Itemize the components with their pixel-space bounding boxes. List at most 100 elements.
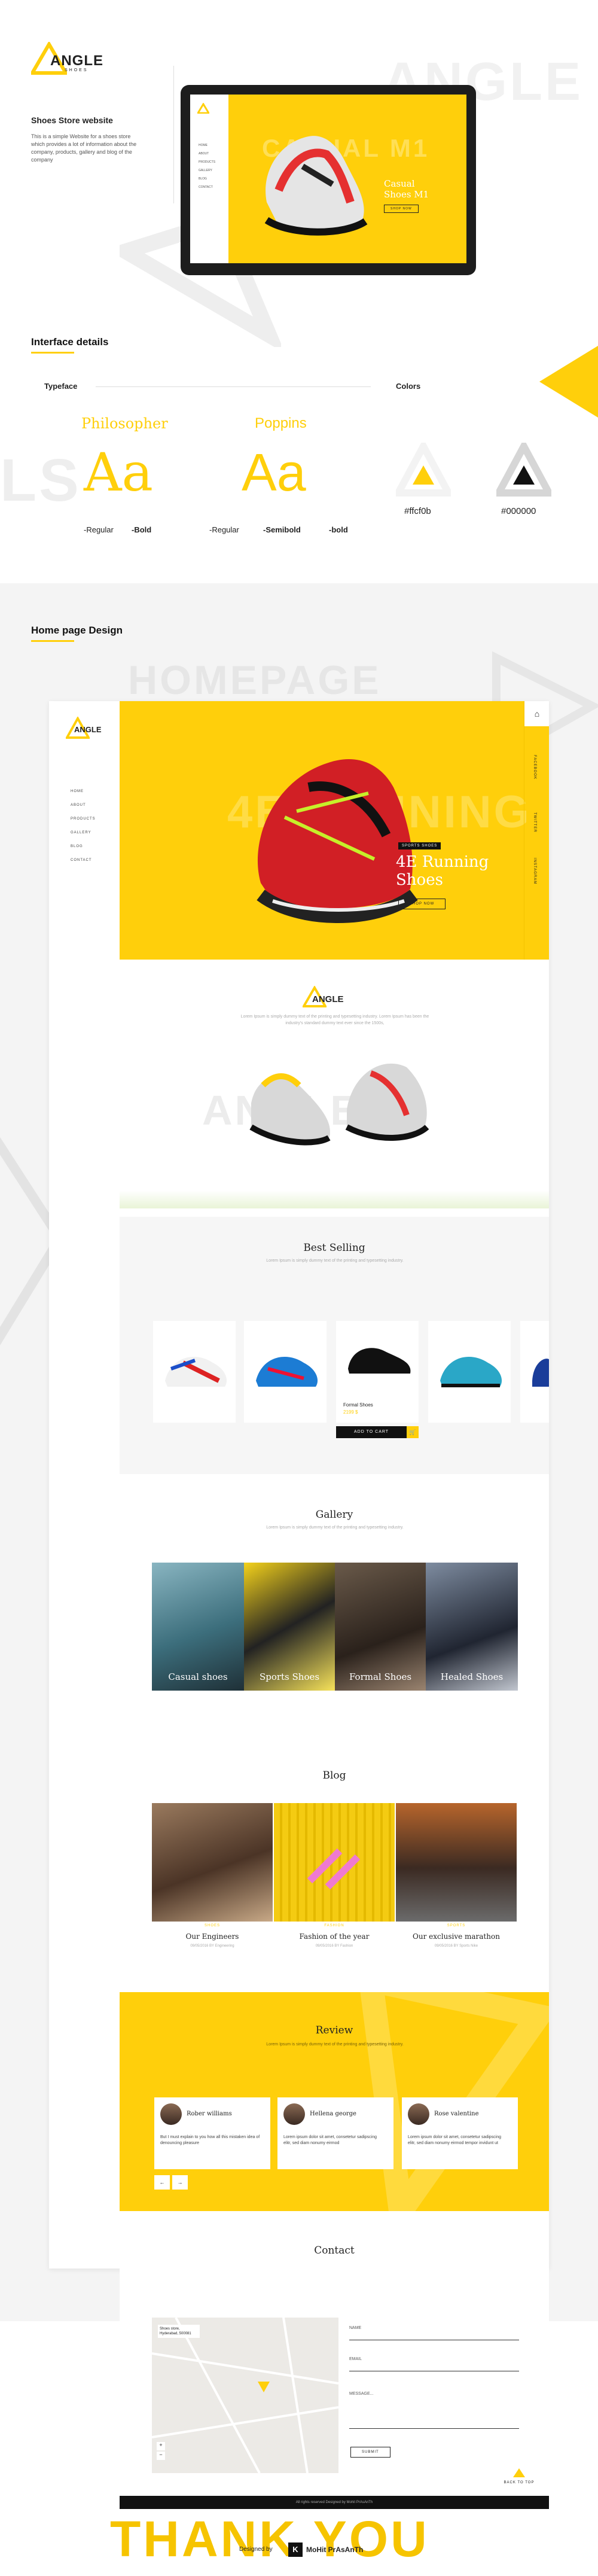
font1-weight-bold: -Bold — [132, 525, 152, 534]
back-to-top-button[interactable]: BACK TO TOP — [501, 2467, 537, 2484]
email-field[interactable]: EMAIL — [349, 2352, 519, 2371]
gallery-caption: Formal Shoes — [349, 1671, 412, 1682]
hero-headline-1: 4E Running — [396, 853, 489, 871]
mockup-sidebar: HOME ABOUT PRODUCTS GALLERY BLOG CONTACT — [190, 95, 228, 263]
blog-tag: SPORTS — [447, 1924, 466, 1928]
cart-icon: 🛒 — [407, 1426, 419, 1438]
blog-photo-marathon[interactable] — [396, 1803, 517, 1922]
tab-instagram[interactable]: INSTAGRAM — [533, 858, 536, 884]
mockup-nav-item[interactable]: ABOUT — [199, 150, 215, 158]
logo-tagline: SHOES — [65, 68, 89, 72]
gallery-item-healed[interactable]: Healed Shoes — [426, 1563, 518, 1691]
nav-item-contact[interactable]: CONTACT — [71, 854, 96, 867]
cart-icon[interactable]: ⌂ — [524, 701, 549, 726]
map-zoom-in[interactable]: + — [157, 2442, 165, 2450]
best-selling-title: Best Selling — [303, 1242, 365, 1254]
product-shoe-image — [532, 1359, 549, 1387]
blog-post-title: Our Engineers — [185, 1932, 239, 1941]
font2-weight-semibold: -Semibold — [263, 525, 301, 534]
name-field[interactable]: NAME — [349, 2321, 519, 2340]
add-to-cart-button[interactable]: ADD TO CART 🛒 — [336, 1426, 419, 1438]
mockup-logo-icon — [197, 103, 209, 114]
color-swatch-black — [496, 443, 551, 497]
grass-strip — [120, 1190, 549, 1208]
about-shoes-image — [249, 1063, 429, 1146]
blog-fashion-image — [307, 1848, 361, 1890]
hero-badge: SPORTS SHOES — [398, 842, 441, 849]
best-selling-subtitle: Lorem Ipsum is simply dummy text of the … — [266, 1259, 404, 1263]
monitor-screen: HOME ABOUT PRODUCTS GALLERY BLOG CONTACT CASU… — [190, 95, 466, 263]
reviewer-name: Rober williams — [187, 2111, 232, 2117]
avatar — [160, 2103, 182, 2125]
mockup-nav-item[interactable]: BLOG — [199, 175, 215, 183]
nav-item-about[interactable]: ABOUT — [71, 799, 96, 812]
interface-title: Interface details — [31, 336, 108, 354]
ghost-ls: LS — [0, 447, 81, 514]
color-yellow-hex: #ffcf0b — [404, 506, 431, 516]
nav-item-blog[interactable]: BLOG — [71, 840, 96, 854]
mockup-headline: Casual Shoes M1 — [384, 178, 429, 200]
blog-post[interactable]: SHOES Our Engineers 09/05/2016 BY Engineer… — [152, 1924, 273, 1948]
mockup-nav-item[interactable]: GALLERY — [199, 166, 215, 175]
blog-photo-fashion[interactable] — [274, 1803, 395, 1922]
contact-title: Contact — [314, 2245, 355, 2257]
product-shoe-image — [165, 1357, 227, 1387]
mockup-button[interactable]: SHOP NOW — [384, 205, 419, 213]
blog-post[interactable]: SPORTS Our exclusive marathon 09/05/2016 B… — [396, 1924, 517, 1948]
gallery-item-sports[interactable]: Sports Shoes — [244, 1563, 335, 1691]
product-card[interactable] — [428, 1321, 511, 1423]
monitor-mockup: HOME ABOUT PRODUCTS GALLERY BLOG CONTACT CASU… — [181, 85, 476, 275]
blog-post-meta: 09/05/2016 BY Fashion — [315, 1944, 353, 1948]
footer-bar: All rights reserved Designed by Mohit Pr… — [120, 2496, 549, 2509]
hero-shop-button[interactable]: SHOP NOW — [398, 899, 446, 909]
product-card[interactable] — [153, 1321, 236, 1423]
thank-you-ghost: THANK YOU — [110, 2511, 429, 2567]
font2-sample: Aa — [242, 443, 306, 502]
tab-twitter[interactable]: TWITTER — [533, 812, 536, 833]
map-zoom-out[interactable]: − — [157, 2452, 165, 2460]
font2-weight-bold: -bold — [329, 525, 348, 534]
font2-weight-regular: -Regular — [209, 525, 239, 534]
homepage-title: Home page Design — [31, 625, 123, 642]
typeface-rule — [96, 386, 371, 387]
font1-sample: Aa — [84, 441, 154, 503]
gallery-item-formal[interactable]: Formal Shoes — [335, 1563, 426, 1691]
nav-item-products[interactable]: PRODUCTS — [71, 812, 96, 826]
product-card[interactable] — [520, 1321, 549, 1423]
top-logo: ANGLE SHOES — [31, 42, 115, 78]
gallery-subtitle: Lorem Ipsum is simply dummy text of the … — [266, 1525, 404, 1530]
colors-label: Colors — [396, 382, 421, 391]
review-text: Lorem ipsum dolor sit amet, consetetur s… — [283, 2135, 377, 2145]
back-to-top-icon — [513, 2468, 525, 2477]
blog-post[interactable]: FASHION Fashion of the year 09/05/2016 BY … — [274, 1924, 395, 1948]
avatar — [283, 2103, 305, 2125]
gallery-caption: Healed Shoes — [440, 1671, 504, 1682]
color-black-hex: #000000 — [501, 506, 536, 516]
review-prev-arrow[interactable]: ← — [154, 2175, 170, 2190]
product-card[interactable] — [244, 1321, 327, 1423]
review-card: Rose valentine Lorem ipsum dolor sit amet… — [402, 2097, 518, 2169]
logo-name: ANGLE — [50, 53, 103, 69]
about-text: Lorem Ipsum is simply dummy text of the … — [240, 1015, 429, 1025]
mockup-nav-item[interactable]: PRODUCTS — [199, 158, 215, 166]
tab-facebook[interactable]: FACEBOOK — [533, 755, 536, 780]
mockup-nav-item[interactable]: HOME — [199, 141, 215, 150]
blog-photo-engineers[interactable] — [152, 1803, 273, 1922]
mockup-nav-item[interactable]: CONTACT — [199, 183, 215, 191]
gallery-item-casual[interactable]: Casual shoes — [152, 1563, 244, 1691]
blog-post-meta: 09/05/2016 BY Sports Nike — [434, 1944, 478, 1948]
message-field[interactable]: MESSAGE... — [349, 2387, 519, 2429]
map-pin-icon — [258, 2382, 270, 2392]
contact-map[interactable]: Shoes store, Hyderabad, 500081 + − — [152, 2318, 338, 2473]
divider — [173, 66, 174, 203]
reviewer-name: Rose valentine — [434, 2111, 479, 2117]
product-shoe-image — [256, 1357, 318, 1387]
review-next-arrow[interactable]: → — [172, 2175, 188, 2190]
submit-button[interactable]: SUBMIT — [350, 2447, 390, 2458]
nav-item-home[interactable]: HOME — [71, 785, 96, 799]
review-text: Lorem ipsum dolor sit amet, consetetur s… — [408, 2135, 502, 2145]
homepage-ghost: HOMEPAGE — [128, 657, 382, 703]
product-card-featured[interactable]: Formal Shoes 2199 $ — [336, 1321, 419, 1423]
nav-item-gallery[interactable]: GALLERY — [71, 826, 96, 840]
designed-by-label: Designed by — [239, 2546, 273, 2553]
